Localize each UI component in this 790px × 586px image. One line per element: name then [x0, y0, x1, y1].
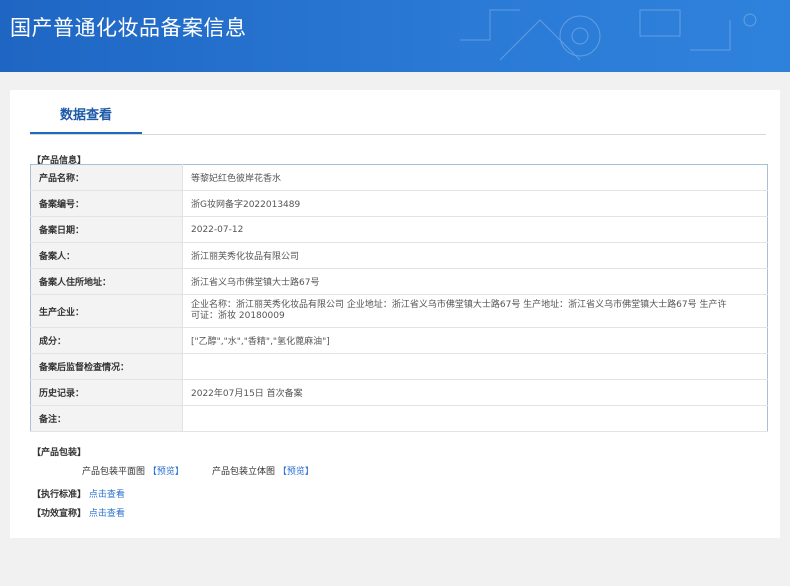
row-label: 备案后监督检查情况：	[30, 353, 183, 380]
standard-label: 【执行标准】	[32, 490, 87, 500]
standard-view-link[interactable]: 点击查看	[89, 490, 125, 500]
page-header: 国产普通化妆品备案信息	[0, 0, 790, 72]
row-value	[182, 353, 768, 380]
row-value: 2022年07月15日 首次备案	[182, 379, 768, 406]
row-value: 企业名称：浙江丽芙秀化妆品有限公司 企业地址：浙江省义乌市佛堂镇大士路67号 生…	[182, 294, 768, 328]
table-row: 产品名称： 等黎妃红色彼岸花香水	[30, 164, 768, 191]
row-label: 备案编号：	[30, 190, 183, 217]
product-info-table: 产品名称： 等黎妃红色彼岸花香水 备案编号： 浙G妆网备字2022013489 …	[30, 164, 768, 432]
table-row: 成分： ["乙醇","水","香精","氢化蓖麻油"]	[30, 327, 768, 354]
packaging-title: 【产品包装】	[32, 448, 87, 458]
efficacy-label: 【功效宣称】	[32, 509, 87, 519]
page-title: 国产普通化妆品备案信息	[10, 16, 247, 40]
efficacy-view-link[interactable]: 点击查看	[89, 509, 125, 519]
packaging-solid-label: 产品包装立体图	[212, 467, 276, 477]
row-label: 备案人住所地址：	[30, 268, 183, 295]
table-row: 备案日期： 2022-07-12	[30, 216, 768, 243]
table-row: 备案人： 浙江丽芙秀化妆品有限公司	[30, 242, 768, 269]
table-row: 备案后监督检查情况：	[30, 353, 768, 380]
row-label: 备注：	[30, 405, 183, 432]
standard-row: 【执行标准】 点击查看	[32, 487, 125, 500]
content-panel: 数据查看 【产品信息】 产品名称： 等黎妃红色彼岸花香水 备案编号： 浙G妆网备…	[10, 90, 780, 538]
header-decoration	[460, 9, 757, 61]
row-value: 等黎妃红色彼岸花香水	[182, 164, 768, 191]
packaging-solid-preview-link[interactable]: 【预览】	[278, 467, 314, 477]
table-row: 生产企业： 企业名称：浙江丽芙秀化妆品有限公司 企业地址：浙江省义乌市佛堂镇大士…	[30, 294, 768, 328]
table-row: 备注：	[30, 405, 768, 432]
row-value: ["乙醇","水","香精","氢化蓖麻油"]	[182, 327, 768, 354]
row-value: 浙G妆网备字2022013489	[182, 190, 768, 217]
packaging-flat: 产品包装平面图 【预览】	[82, 464, 184, 477]
row-value: 浙江省义乌市佛堂镇大士路67号	[182, 268, 768, 295]
packaging-solid: 产品包装立体图 【预览】	[212, 464, 314, 477]
packaging-flat-label: 产品包装平面图	[82, 467, 146, 477]
tab-divider	[30, 134, 766, 135]
row-label: 成分：	[30, 327, 183, 354]
row-label: 生产企业：	[30, 294, 183, 328]
row-label: 备案日期：	[30, 216, 183, 243]
row-value	[182, 405, 768, 432]
row-label: 历史记录：	[30, 379, 183, 406]
table-row: 历史记录： 2022年07月15日 首次备案	[30, 379, 768, 406]
table-row: 备案编号： 浙G妆网备字2022013489	[30, 190, 768, 217]
table-row: 备案人住所地址： 浙江省义乌市佛堂镇大士路67号	[30, 268, 768, 295]
row-value: 2022-07-12	[182, 216, 768, 243]
row-label: 备案人：	[30, 242, 183, 269]
packaging-flat-preview-link[interactable]: 【预览】	[148, 467, 184, 477]
row-value: 浙江丽芙秀化妆品有限公司	[182, 242, 768, 269]
tab-data-view[interactable]: 数据查看	[30, 104, 142, 134]
efficacy-row: 【功效宣称】 点击查看	[32, 506, 125, 519]
row-label: 产品名称：	[30, 164, 183, 191]
